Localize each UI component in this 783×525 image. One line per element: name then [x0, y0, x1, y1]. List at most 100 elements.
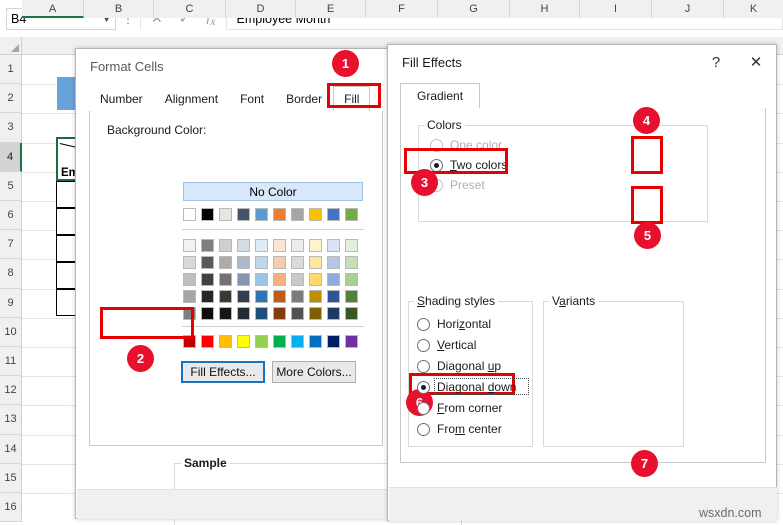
color-swatch[interactable] [327, 273, 340, 286]
color-swatch[interactable] [237, 273, 250, 286]
tab-gradient[interactable]: Gradient [400, 83, 481, 110]
color-swatch[interactable] [237, 290, 250, 303]
color-swatch[interactable] [327, 335, 340, 348]
color-swatch[interactable] [345, 239, 358, 252]
color-swatch[interactable] [273, 273, 286, 286]
more-colors-button[interactable]: More Colors... [272, 361, 356, 383]
color-swatch[interactable] [309, 208, 322, 221]
row-header-8[interactable]: 8 [0, 259, 22, 289]
color-swatch[interactable] [219, 290, 232, 303]
fill-effects-button[interactable]: Fill Effects... [181, 361, 265, 383]
color-swatch[interactable] [255, 256, 268, 269]
color-swatch[interactable] [237, 335, 250, 348]
color-swatch[interactable] [273, 256, 286, 269]
color-swatch[interactable] [237, 256, 250, 269]
color-swatch[interactable] [327, 239, 340, 252]
color-swatch[interactable] [219, 307, 232, 320]
column-header-e[interactable]: E [296, 0, 366, 18]
color-swatch[interactable] [255, 290, 268, 303]
color-swatch[interactable] [201, 307, 214, 320]
color-swatch[interactable] [219, 335, 232, 348]
column-header-g[interactable]: G [438, 0, 510, 18]
row-header-7[interactable]: 7 [0, 230, 22, 260]
color-swatch[interactable] [309, 273, 322, 286]
tab-font[interactable]: Font [229, 86, 276, 113]
color-swatch[interactable] [219, 208, 232, 221]
color-swatch[interactable] [201, 208, 214, 221]
color-swatch[interactable] [291, 335, 304, 348]
close-icon[interactable]: ✕ [736, 45, 776, 79]
color-swatch[interactable] [309, 256, 322, 269]
color-swatch[interactable] [327, 256, 340, 269]
color-swatch[interactable] [345, 307, 358, 320]
column-header-i[interactable]: I [580, 0, 652, 18]
tab-alignment[interactable]: Alignment [153, 86, 230, 113]
color-swatch[interactable] [255, 208, 268, 221]
no-color-button[interactable]: No Color [183, 182, 363, 201]
row-header-6[interactable]: 6 [0, 201, 22, 231]
radio-from-corner[interactable] [417, 402, 430, 415]
color-swatch[interactable] [255, 307, 268, 320]
row-header-10[interactable]: 10 [0, 317, 22, 347]
radio-horizontal[interactable] [417, 318, 430, 331]
column-header-f[interactable]: F [366, 0, 438, 18]
row-header-9[interactable]: 9 [0, 288, 22, 318]
column-header-c[interactable]: C [154, 0, 226, 18]
color-swatch[interactable] [291, 290, 304, 303]
color-swatch[interactable] [327, 290, 340, 303]
color-swatch[interactable] [219, 273, 232, 286]
color-swatch[interactable] [219, 256, 232, 269]
color-swatch[interactable] [273, 335, 286, 348]
row-header-12[interactable]: 12 [0, 376, 22, 406]
color-swatch[interactable] [309, 290, 322, 303]
radio-diagonal-up[interactable] [417, 360, 430, 373]
color-swatch[interactable] [237, 239, 250, 252]
color-swatch[interactable] [273, 208, 286, 221]
color-swatch[interactable] [255, 273, 268, 286]
row-header-11[interactable]: 11 [0, 347, 22, 377]
column-header-k[interactable]: K [724, 0, 783, 18]
color-swatch[interactable] [291, 208, 304, 221]
color-swatch[interactable] [201, 273, 214, 286]
color-swatch[interactable] [291, 273, 304, 286]
row-header-13[interactable]: 13 [0, 405, 22, 435]
color-swatch[interactable] [201, 290, 214, 303]
color-swatch[interactable] [273, 290, 286, 303]
row-header-5[interactable]: 5 [0, 171, 22, 201]
question-mark-icon[interactable]: ? [696, 45, 736, 79]
row-header-4[interactable]: 4 [0, 142, 22, 172]
color-swatch[interactable] [183, 256, 196, 269]
color-swatch[interactable] [309, 307, 322, 320]
tab-border[interactable]: Border [275, 86, 334, 113]
color-swatch[interactable] [345, 208, 358, 221]
row-header-16[interactable]: 16 [0, 493, 22, 523]
color-swatch[interactable] [291, 307, 304, 320]
select-all-corner[interactable] [0, 37, 22, 55]
row-header-14[interactable]: 14 [0, 434, 22, 464]
color-swatch[interactable] [255, 239, 268, 252]
color-swatch[interactable] [291, 239, 304, 252]
column-header-j[interactable]: J [652, 0, 724, 18]
row-header-15[interactable]: 15 [0, 463, 22, 493]
color-swatch[interactable] [183, 290, 196, 303]
column-header-d[interactable]: D [226, 0, 296, 18]
radio-from-center[interactable] [417, 423, 430, 436]
color-swatch[interactable] [255, 335, 268, 348]
radio-vertical[interactable] [417, 339, 430, 352]
column-header-b[interactable]: B [84, 0, 154, 18]
color-swatch[interactable] [345, 335, 358, 348]
color-swatch[interactable] [183, 208, 196, 221]
color-swatch[interactable] [201, 256, 214, 269]
radio-diagonal-down[interactable] [417, 381, 430, 394]
color-swatch[interactable] [201, 239, 214, 252]
color-swatch[interactable] [327, 307, 340, 320]
color-swatch[interactable] [345, 290, 358, 303]
color-swatch[interactable] [183, 273, 196, 286]
color-swatch[interactable] [273, 239, 286, 252]
color-swatch[interactable] [201, 335, 214, 348]
color-swatch[interactable] [309, 239, 322, 252]
row-header-3[interactable]: 3 [0, 113, 22, 143]
row-header-1[interactable]: 1 [0, 55, 22, 85]
color-swatch[interactable] [327, 208, 340, 221]
tab-number[interactable]: Number [89, 86, 154, 113]
